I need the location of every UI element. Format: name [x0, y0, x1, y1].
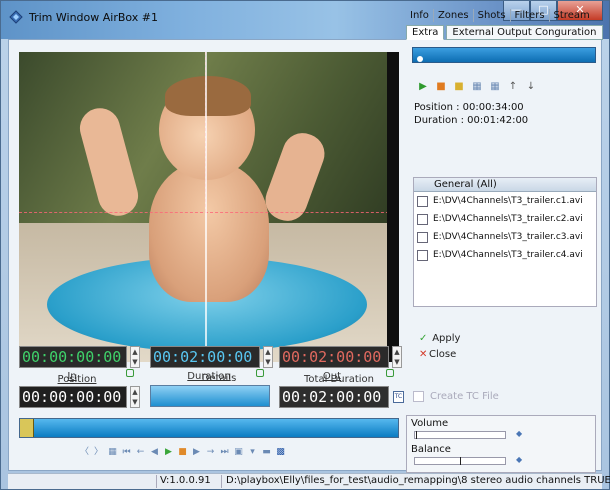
- in-spinner[interactable]: ▲ ▼: [130, 346, 140, 368]
- volume-label: Volume: [411, 418, 449, 429]
- status-path: D:\playbox\Elly\files_for_test\audio_rem…: [226, 475, 610, 486]
- list-item[interactable]: E:\DV\4Channels\T3_trailer.c4.avi: [414, 246, 596, 264]
- extra-toolbar: ▶ ■ ■ ▦ ▦ ↑ ↓: [417, 81, 537, 92]
- details-label: Details: [201, 373, 237, 384]
- go-end-icon[interactable]: ⏭: [219, 447, 230, 458]
- balance-thumb[interactable]: [460, 457, 461, 465]
- tab-zones[interactable]: Zones: [434, 9, 474, 22]
- video-border: [387, 52, 399, 362]
- list-item[interactable]: E:\DV\4Channels\T3_trailer.c2.avi: [414, 210, 596, 228]
- go-start-icon[interactable]: ⏮: [121, 447, 132, 458]
- checkbox[interactable]: [417, 231, 428, 243]
- list-item[interactable]: E:\DV\4Channels\T3_trailer.c1.avi: [414, 192, 596, 210]
- out-timecode[interactable]: 00:02:00:00: [279, 346, 389, 368]
- tabs-secondary: Extra External Output Conguration: [406, 25, 605, 40]
- app-icon: [9, 10, 23, 24]
- tab-external-output[interactable]: External Output Conguration: [446, 25, 603, 40]
- file-list-header[interactable]: General (All): [414, 178, 596, 192]
- play-icon[interactable]: ▶: [163, 447, 174, 458]
- tabs-primary: Info Zones Shots Filters Stream: [406, 9, 594, 22]
- duration-timecode[interactable]: 00:02:00:00: [150, 346, 260, 368]
- video-preview[interactable]: [19, 52, 399, 362]
- balance-slider[interactable]: [414, 457, 506, 465]
- checkbox[interactable]: [417, 195, 428, 207]
- checkbox[interactable]: [413, 391, 424, 402]
- stop-icon[interactable]: ■: [435, 81, 447, 92]
- play-icon[interactable]: ▶: [417, 81, 429, 92]
- zoom-icon[interactable]: ▣: [233, 447, 244, 458]
- video-figure-hair: [165, 76, 251, 116]
- tc-button[interactable]: TC: [393, 391, 404, 403]
- status-bar: V:1.0.0.91 D:\playbox\Elly\files_for_tes…: [8, 473, 610, 489]
- info-position: Position : 00:00:34:00: [414, 102, 524, 113]
- split-icon[interactable]: ▦: [107, 447, 118, 458]
- balance-reset-icon[interactable]: ◆: [516, 455, 522, 464]
- check-icon: ✓: [419, 333, 428, 344]
- dropdown-arrow-icon[interactable]: ▾: [247, 447, 258, 458]
- frame-forward-icon[interactable]: ▶: [191, 447, 202, 458]
- clear-icon[interactable]: ▬: [261, 447, 272, 458]
- tab-filters[interactable]: Filters: [511, 9, 550, 22]
- status-version: V:1.0.0.91: [160, 475, 211, 486]
- save-icon[interactable]: ▩: [275, 447, 286, 458]
- checkbox[interactable]: [417, 213, 428, 225]
- create-tc-checkbox[interactable]: Create TC File: [413, 391, 499, 402]
- frame-back-icon[interactable]: ◀: [149, 447, 160, 458]
- volume-slider[interactable]: [414, 431, 506, 439]
- center-guide: [205, 52, 207, 362]
- apply-button[interactable]: ✓ Apply: [419, 333, 460, 344]
- step-back-icon[interactable]: ←: [135, 447, 146, 458]
- split-left-icon[interactable]: ▦: [471, 81, 483, 92]
- tab-extra[interactable]: Extra: [406, 25, 445, 40]
- extra-progress-bar[interactable]: [412, 47, 596, 63]
- volume-thumb[interactable]: [416, 431, 417, 439]
- list-item[interactable]: E:\DV\4Channels\T3_trailer.c3.avi: [414, 228, 596, 246]
- close-icon: ✕: [419, 349, 428, 360]
- file-list: General (All) E:\DV\4Channels\T3_trailer…: [413, 177, 597, 307]
- position-label: Position: [57, 374, 97, 385]
- folder-icon[interactable]: ■: [453, 81, 465, 92]
- checkbox[interactable]: [417, 249, 428, 261]
- step-forward-icon[interactable]: →: [205, 447, 216, 458]
- lock-icon[interactable]: [256, 369, 264, 377]
- stop-icon[interactable]: ■: [177, 447, 188, 458]
- mark-out-icon[interactable]: 〉: [93, 447, 104, 458]
- status-separator: [221, 475, 222, 488]
- close-action-button[interactable]: ✕ Close: [419, 349, 456, 360]
- total-duration-timecode: 00:02:00:00: [279, 386, 389, 408]
- tab-stream[interactable]: Stream: [550, 9, 594, 22]
- move-down-icon[interactable]: ↓: [525, 81, 537, 92]
- timeline-bar[interactable]: [19, 418, 399, 438]
- position-spinner[interactable]: ▲ ▼: [130, 386, 140, 408]
- info-duration: Duration : 00:01:42:00: [414, 115, 529, 126]
- position-timecode[interactable]: 00:00:00:00: [19, 386, 127, 408]
- transport-controls: 〈 〉 ▦ ⏮ ← ◀ ▶ ■ ▶ → ⏭ ▣ ▾ ▬ ▩: [79, 447, 286, 461]
- move-up-icon[interactable]: ↑: [507, 81, 519, 92]
- status-separator: [156, 475, 157, 488]
- tab-info[interactable]: Info: [406, 9, 434, 22]
- volume-reset-icon[interactable]: ◆: [516, 429, 522, 438]
- window-title: Trim Window AirBox #1: [29, 11, 159, 24]
- lock-icon[interactable]: [126, 369, 134, 377]
- out-spinner[interactable]: ▲ ▼: [392, 346, 402, 368]
- in-timecode[interactable]: 00:00:00:00: [19, 346, 127, 368]
- video-figure-body: [149, 162, 269, 302]
- total-duration-label: Total Duration: [304, 374, 374, 385]
- trim-window: Trim Window AirBox #1 — □ ✕ In Duration: [0, 0, 610, 490]
- safe-area-guide: [19, 212, 399, 213]
- duration-spinner[interactable]: ▲ ▼: [263, 346, 273, 368]
- tab-shots[interactable]: Shots: [474, 9, 511, 22]
- timeline-in-marker[interactable]: [20, 419, 34, 437]
- mark-in-icon[interactable]: 〈: [79, 447, 90, 458]
- progress-knob[interactable]: [416, 56, 423, 62]
- balance-label: Balance: [411, 444, 451, 455]
- details-bar[interactable]: [150, 385, 270, 407]
- split-right-icon[interactable]: ▦: [489, 81, 501, 92]
